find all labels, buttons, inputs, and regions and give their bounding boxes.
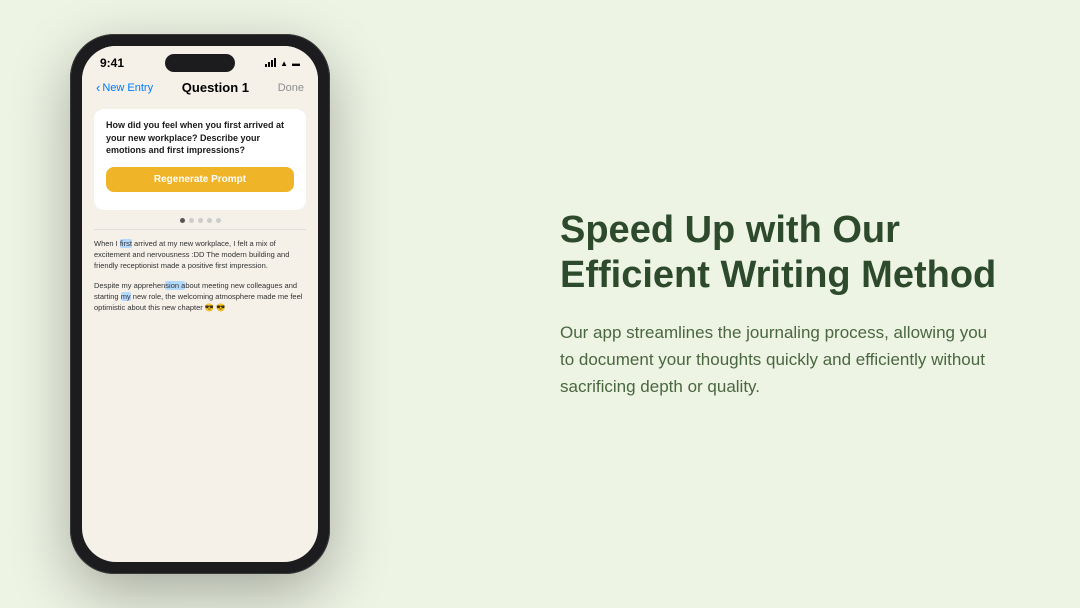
dot-4[interactable] [207,218,212,223]
journal-paragraph-1: When I first arrived at my new workplace… [94,238,306,272]
nav-title: Question 1 [182,80,249,95]
regenerate-button[interactable]: Regenerate Prompt [106,167,294,192]
dynamic-island [165,54,235,72]
dot-2[interactable] [189,218,194,223]
right-content: Speed Up with Our Efficient Writing Meth… [500,208,1000,401]
signal-bars-icon [265,59,276,67]
wifi-icon: ▲ [280,59,288,68]
status-icons: ▲ ▬ [265,59,300,68]
divider [94,229,306,230]
heading-line-1: Speed Up with Our [560,209,900,251]
page-container: 9:41 ▲ ▬ ‹ [0,0,1080,608]
nav-bar: ‹ New Entry Question 1 Done [82,74,318,103]
chevron-left-icon: ‹ [96,80,100,95]
description-text: Our app streamlines the journaling proce… [560,319,1000,401]
phone-screen: 9:41 ▲ ▬ ‹ [82,46,318,562]
pagination-dots [94,218,306,223]
question-text: How did you feel when you first arrived … [106,119,294,157]
content-area: How did you feel when you first arrived … [82,103,318,327]
journal-paragraph-2: Despite my apprehension about meeting ne… [94,280,306,314]
done-button[interactable]: Done [278,82,304,94]
dot-1[interactable] [180,218,185,223]
heading-line-2: Efficient Writing Method [560,254,996,296]
main-heading: Speed Up with Our Efficient Writing Meth… [560,208,1000,299]
highlight-sion: sion a [165,281,185,290]
status-time: 9:41 [100,56,124,70]
back-label: New Entry [102,82,153,94]
dot-3[interactable] [198,218,203,223]
phone-wrapper: 9:41 ▲ ▬ ‹ [60,34,340,574]
phone-frame: 9:41 ▲ ▬ ‹ [70,34,330,574]
highlight-my: my [121,292,131,301]
battery-icon: ▬ [292,59,300,68]
back-button[interactable]: ‹ New Entry [96,80,153,95]
dot-5[interactable] [216,218,221,223]
highlight-first: first [120,239,132,248]
question-card: How did you feel when you first arrived … [94,109,306,210]
